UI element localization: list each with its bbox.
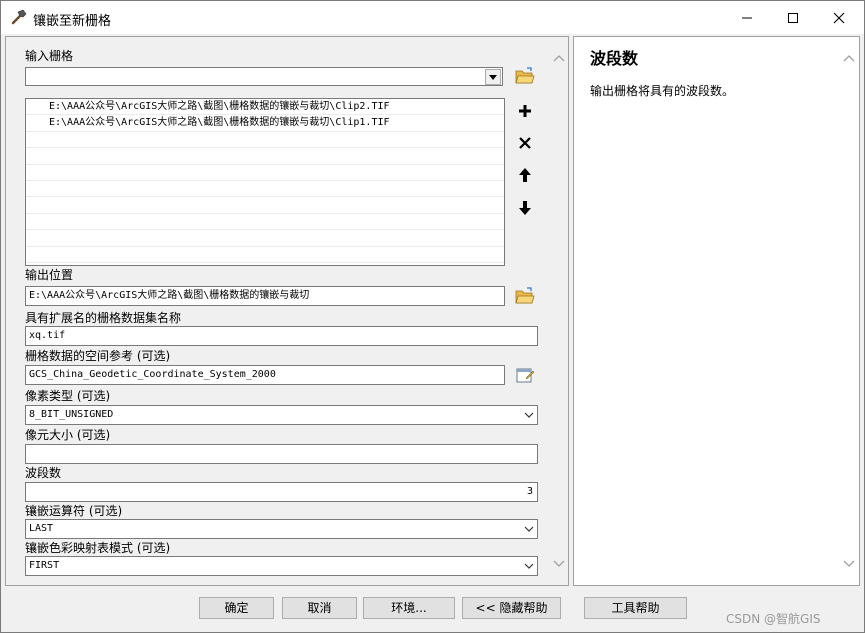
list-item[interactable]: E:\AAA公众号\ArcGIS大师之路\截图\栅格数据的镶嵌与裁切\Clip1… — [26, 115, 504, 132]
empty-list-row — [26, 214, 504, 231]
empty-list-row — [26, 230, 504, 247]
input-rasters-combo[interactable] — [25, 67, 503, 86]
dataset-name-label: 具有扩展名的栅格数据集名称 — [25, 311, 182, 325]
chevron-down-icon — [524, 563, 534, 569]
empty-list-row — [26, 247, 504, 263]
mosaic-operator-value: LAST — [29, 523, 54, 534]
help-pane: 波段数 输出栅格将具有的波段数。 — [573, 36, 860, 586]
hammer-icon — [11, 9, 27, 25]
watermark: CSDN @智航GIS — [726, 612, 821, 626]
colormap-mode-label: 镶嵌色彩映射表模式 (可选) — [25, 541, 171, 555]
empty-list-row — [26, 132, 504, 149]
arrow-up-icon — [519, 168, 531, 182]
help-text: 输出栅格将具有的波段数。 — [590, 84, 735, 98]
scroll-up-icon[interactable] — [842, 53, 856, 63]
pixel-type-label: 像素类型 (可选) — [25, 389, 111, 403]
input-rasters-label: 输入栅格 — [25, 49, 74, 63]
cancel-button[interactable]: 取消 — [282, 597, 357, 619]
parameters-pane: 输入栅格 E:\AAA公众号\ArcGIS大师之路\截图\栅格数据的镶嵌与裁切\… — [5, 36, 569, 586]
bands-label: 波段数 — [25, 466, 62, 480]
empty-list-row — [26, 148, 504, 165]
help-title: 波段数 — [590, 49, 639, 68]
ok-button[interactable]: 确定 — [199, 597, 274, 619]
environments-button[interactable]: 环境... — [363, 597, 455, 619]
minimize-icon — [742, 17, 752, 18]
input-rasters-list[interactable]: E:\AAA公众号\ArcGIS大师之路\截图\栅格数据的镶嵌与裁切\Clip2… — [25, 98, 505, 266]
output-location-input[interactable]: E:\AAA公众号\ArcGIS大师之路\截图\栅格数据的镶嵌与裁切 — [25, 286, 505, 306]
output-location-label: 输出位置 — [25, 268, 74, 282]
x-icon — [519, 137, 531, 149]
close-icon — [833, 12, 845, 23]
pixel-type-value: 8_BIT_UNSIGNED — [29, 409, 114, 420]
maximize-button[interactable] — [770, 1, 816, 34]
minimize-button[interactable] — [724, 1, 770, 34]
browse-input-button[interactable] — [513, 64, 537, 88]
scroll-up-icon[interactable] — [552, 53, 566, 63]
empty-list-row — [26, 197, 504, 214]
folder-open-icon — [515, 287, 535, 304]
list-item[interactable]: E:\AAA公众号\ArcGIS大师之路\截图\栅格数据的镶嵌与裁切\Clip2… — [26, 99, 504, 116]
close-button[interactable] — [816, 1, 862, 34]
spatial-ref-properties-button[interactable] — [513, 363, 537, 387]
empty-list-row — [26, 165, 504, 181]
colormap-mode-value: FIRST — [29, 560, 60, 571]
title-bar: 镶嵌至新栅格 — [1, 1, 864, 34]
maximize-icon — [788, 12, 798, 23]
browse-output-button[interactable] — [513, 284, 537, 308]
window-title: 镶嵌至新栅格 — [33, 14, 112, 29]
chevron-down-icon — [524, 526, 534, 532]
cellsize-input[interactable] — [25, 444, 538, 464]
move-down-button[interactable] — [513, 196, 537, 220]
remove-item-button[interactable] — [513, 131, 537, 155]
colormap-mode-select[interactable]: FIRST — [25, 556, 538, 576]
scroll-down-icon[interactable] — [552, 559, 566, 569]
empty-list-row — [26, 181, 504, 198]
scroll-down-icon[interactable] — [842, 559, 856, 569]
pixel-type-select[interactable]: 8_BIT_UNSIGNED — [25, 405, 538, 425]
add-item-button[interactable] — [513, 99, 537, 123]
hide-help-button[interactable]: << 隐藏帮助 — [462, 597, 561, 619]
folder-open-icon — [515, 67, 535, 84]
mosaic-operator-label: 镶嵌运算符 (可选) — [25, 504, 123, 518]
triangle-down-icon — [489, 75, 497, 80]
properties-icon — [516, 368, 535, 383]
tool-dialog: 镶嵌至新栅格 输入栅格 E:\AAA公众号\ArcGIS大师之路\截图\栅格数据… — [0, 0, 865, 633]
spatial-ref-label: 栅格数据的空间参考 (可选) — [25, 349, 171, 363]
bands-input[interactable]: 3 — [25, 482, 538, 502]
mosaic-operator-select[interactable]: LAST — [25, 519, 538, 539]
chevron-down-icon — [524, 412, 534, 418]
tool-help-button[interactable]: 工具帮助 — [584, 597, 687, 619]
arrow-down-icon — [519, 201, 531, 215]
plus-icon — [519, 105, 531, 117]
spatial-ref-input[interactable]: GCS_China_Geodetic_Coordinate_System_200… — [25, 365, 505, 385]
dataset-name-input[interactable]: xq.tif — [25, 326, 538, 346]
cellsize-label: 像元大小 (可选) — [25, 428, 111, 442]
input-rasters-dropdown-button[interactable] — [485, 69, 501, 85]
move-up-button[interactable] — [513, 163, 537, 187]
